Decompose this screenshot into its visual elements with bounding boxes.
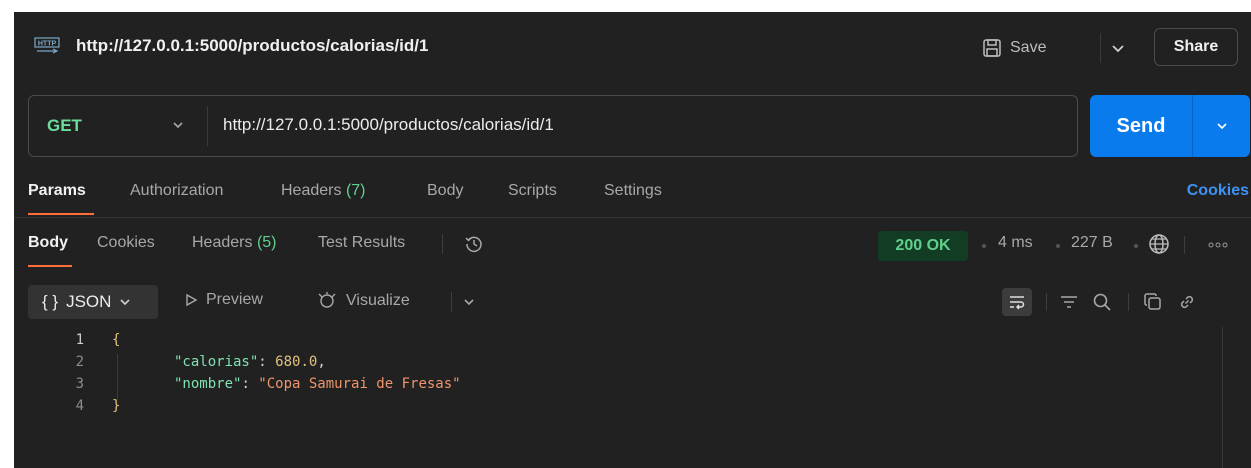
tabs-divider xyxy=(14,217,1251,218)
visualize-icon xyxy=(318,292,336,308)
response-tabs: Body Cookies Headers (5) Test Results xyxy=(14,234,1251,274)
tab-scripts[interactable]: Scripts xyxy=(508,182,557,200)
code-line: 4 } xyxy=(14,398,1251,420)
save-button[interactable]: Save xyxy=(982,33,1046,63)
tab-params[interactable]: Params xyxy=(28,182,86,200)
preview-label: Preview xyxy=(206,291,263,308)
chevron-down-icon[interactable] xyxy=(460,293,478,311)
preview-button[interactable]: Preview xyxy=(184,291,263,309)
format-label: JSON xyxy=(66,292,112,311)
tab-settings[interactable]: Settings xyxy=(604,182,662,200)
json-number-value: 680.0 xyxy=(275,354,318,370)
cookies-link[interactable]: Cookies xyxy=(1187,182,1249,200)
resp-tab-test-results[interactable]: Test Results xyxy=(318,234,405,252)
json-separator: : xyxy=(258,354,276,370)
chevron-down-icon xyxy=(1216,123,1227,130)
meta-dot xyxy=(1056,244,1060,248)
visualize-label: Visualize xyxy=(346,292,410,309)
request-name[interactable]: http://127.0.0.1:5000/productos/calorias… xyxy=(76,36,428,56)
meta-dot xyxy=(1134,244,1138,248)
tab-headers[interactable]: Headers (7) xyxy=(281,182,366,200)
response-size[interactable]: 227 B xyxy=(1071,234,1113,252)
response-time[interactable]: 4 ms xyxy=(998,234,1033,252)
toolbar-separator xyxy=(451,292,452,312)
braces-icon: { } xyxy=(42,292,59,311)
wrap-lines-icon[interactable] xyxy=(1002,288,1032,316)
request-title-row: HTTP http://127.0.0.1:5000/productos/cal… xyxy=(14,12,1251,84)
code-line: 1 { xyxy=(14,332,1251,354)
more-icon[interactable] xyxy=(1198,236,1238,254)
url-bar: GET http://127.0.0.1:5000/productos/calo… xyxy=(28,95,1078,157)
filter-icon[interactable] xyxy=(1058,291,1080,313)
share-button[interactable]: Share xyxy=(1154,28,1238,66)
visualize-button[interactable]: Visualize xyxy=(316,291,410,311)
resp-tab-headers-count: (5) xyxy=(256,234,277,251)
json-key: "nombre" xyxy=(174,376,242,392)
line-number: 1 xyxy=(75,332,84,348)
code-line: 2 "calorias": 680.0, xyxy=(14,354,1251,376)
code-text: } xyxy=(112,398,121,414)
chevron-down-icon xyxy=(1111,45,1124,53)
line-number: 3 xyxy=(75,376,84,392)
copy-icon[interactable] xyxy=(1142,291,1164,313)
send-options-button[interactable] xyxy=(1193,95,1250,157)
postman-window: HTTP http://127.0.0.1:5000/productos/cal… xyxy=(14,12,1251,468)
method-select[interactable]: GET xyxy=(47,116,82,136)
toolbar-separator xyxy=(1046,293,1047,311)
resp-tab-headers[interactable]: Headers (5) xyxy=(192,234,277,252)
chevron-down-icon[interactable] xyxy=(171,118,185,132)
http-request-icon: HTTP xyxy=(34,37,60,54)
active-response-tab-underline xyxy=(28,265,72,267)
code-text: "calorias": 680.0, xyxy=(174,354,326,370)
json-comma: , xyxy=(317,354,326,370)
resp-tab-body[interactable]: Body xyxy=(28,234,68,252)
meta-separator xyxy=(1184,236,1185,254)
resp-tab-cookies[interactable]: Cookies xyxy=(97,234,155,252)
json-separator: : xyxy=(241,376,259,392)
line-number: 2 xyxy=(75,354,84,370)
active-tab-underline xyxy=(28,213,94,215)
send-button[interactable]: Send xyxy=(1090,95,1192,157)
save-label: Save xyxy=(1010,39,1047,56)
json-string-value: "Copa Samurai de Fresas" xyxy=(258,376,461,392)
svg-text:HTTP: HTTP xyxy=(38,41,57,48)
history-icon[interactable] xyxy=(462,232,486,256)
line-number: 4 xyxy=(75,398,84,414)
search-icon[interactable] xyxy=(1090,290,1114,314)
status-badge[interactable]: 200 OK xyxy=(878,231,968,261)
code-text: { xyxy=(112,332,121,348)
meta-dot xyxy=(982,244,986,248)
tab-authorization[interactable]: Authorization xyxy=(130,182,223,200)
json-key: "calorias" xyxy=(174,354,259,370)
request-tabs: Params Authorization Headers (7) Body Sc… xyxy=(14,182,1251,222)
play-icon xyxy=(186,293,198,307)
tab-separator xyxy=(442,234,443,254)
toolbar-separator xyxy=(1128,293,1129,311)
globe-icon[interactable] xyxy=(1146,231,1172,257)
save-options-button[interactable] xyxy=(1100,33,1134,63)
tab-body[interactable]: Body xyxy=(427,182,463,200)
send-button-group: Send xyxy=(1090,95,1250,157)
url-divider xyxy=(207,106,208,146)
resp-tab-headers-label: Headers xyxy=(192,234,253,251)
tab-headers-count: (7) xyxy=(345,182,366,199)
format-select[interactable]: { } JSON xyxy=(28,285,158,319)
code-text: "nombre": "Copa Samurai de Fresas" xyxy=(174,376,461,392)
code-line: 3 "nombre": "Copa Samurai de Fresas" xyxy=(14,376,1251,398)
save-icon xyxy=(983,39,1001,57)
link-icon[interactable] xyxy=(1176,291,1198,313)
url-input[interactable]: http://127.0.0.1:5000/productos/calorias… xyxy=(223,115,554,135)
tab-headers-label: Headers xyxy=(281,182,342,199)
scrollbar[interactable] xyxy=(1222,327,1223,468)
chevron-down-icon xyxy=(120,299,131,306)
